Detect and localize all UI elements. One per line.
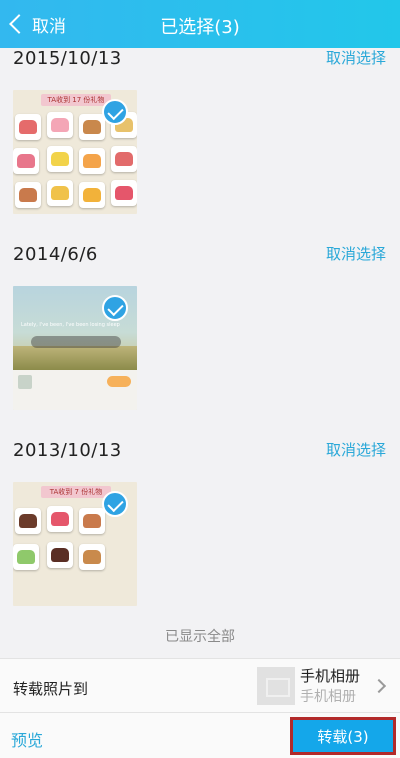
cancel-selection-button[interactable]: 取消选择 bbox=[326, 48, 386, 68]
preview-button[interactable]: 预览 bbox=[11, 727, 43, 751]
save-to-label: 转载照片到 bbox=[13, 680, 89, 698]
bottom-bar: 预览 转载(3) bbox=[0, 712, 400, 758]
cake-image bbox=[13, 504, 137, 606]
photo-group: 2014/6/6 取消选择 Lately, I've been, I've be… bbox=[0, 244, 400, 424]
group-date: 2015/10/13 bbox=[13, 48, 122, 69]
photo-banner: TA收到 17 份礼物 bbox=[41, 94, 111, 106]
photo-group: 2013/10/13 取消选择 TA收到 7 份礼物 bbox=[0, 440, 400, 610]
player-badge bbox=[107, 376, 131, 387]
group-date: 2013/10/13 bbox=[13, 440, 122, 461]
photo-list[interactable]: 2015/10/13 取消选择 TA收到 17 份礼物 2014/6/6 取消选… bbox=[0, 48, 400, 658]
avatar bbox=[18, 375, 32, 389]
selected-check-icon[interactable] bbox=[102, 99, 128, 125]
cancel-selection-button[interactable]: 取消选择 bbox=[326, 243, 386, 264]
photo-album-icon bbox=[257, 667, 295, 705]
album-subtitle: 手机相册 bbox=[300, 689, 356, 705]
cake-image bbox=[13, 112, 137, 214]
photo-group: 2015/10/13 取消选择 TA收到 17 份礼物 bbox=[0, 48, 400, 218]
photo-thumbnail[interactable]: TA收到 7 份礼物 bbox=[13, 482, 137, 606]
cancel-selection-button[interactable]: 取消选择 bbox=[326, 439, 386, 460]
repost-button[interactable]: 转载(3) bbox=[290, 717, 396, 755]
photo-banner: TA收到 7 份礼物 bbox=[41, 486, 111, 498]
page-title: 已选择(3) bbox=[160, 17, 240, 38]
all-shown-note: 已显示全部 bbox=[165, 629, 235, 645]
video-overlay-text: Lately, I've been, I've been losing slee… bbox=[21, 322, 120, 328]
selected-check-icon[interactable] bbox=[102, 295, 128, 321]
save-destination-row[interactable]: 转载照片到 手机相册 手机相册 bbox=[0, 658, 400, 712]
selected-check-icon[interactable] bbox=[102, 491, 128, 517]
group-date: 2014/6/6 bbox=[13, 244, 98, 265]
album-name: 手机相册 bbox=[300, 667, 361, 685]
chevron-right-icon bbox=[371, 678, 387, 694]
top-bar: 取消 已选择(3) bbox=[0, 0, 400, 48]
photo-thumbnail[interactable]: Lately, I've been, I've been losing slee… bbox=[13, 286, 137, 410]
player-controls bbox=[31, 336, 121, 348]
photo-thumbnail[interactable]: TA收到 17 份礼物 bbox=[13, 90, 137, 214]
